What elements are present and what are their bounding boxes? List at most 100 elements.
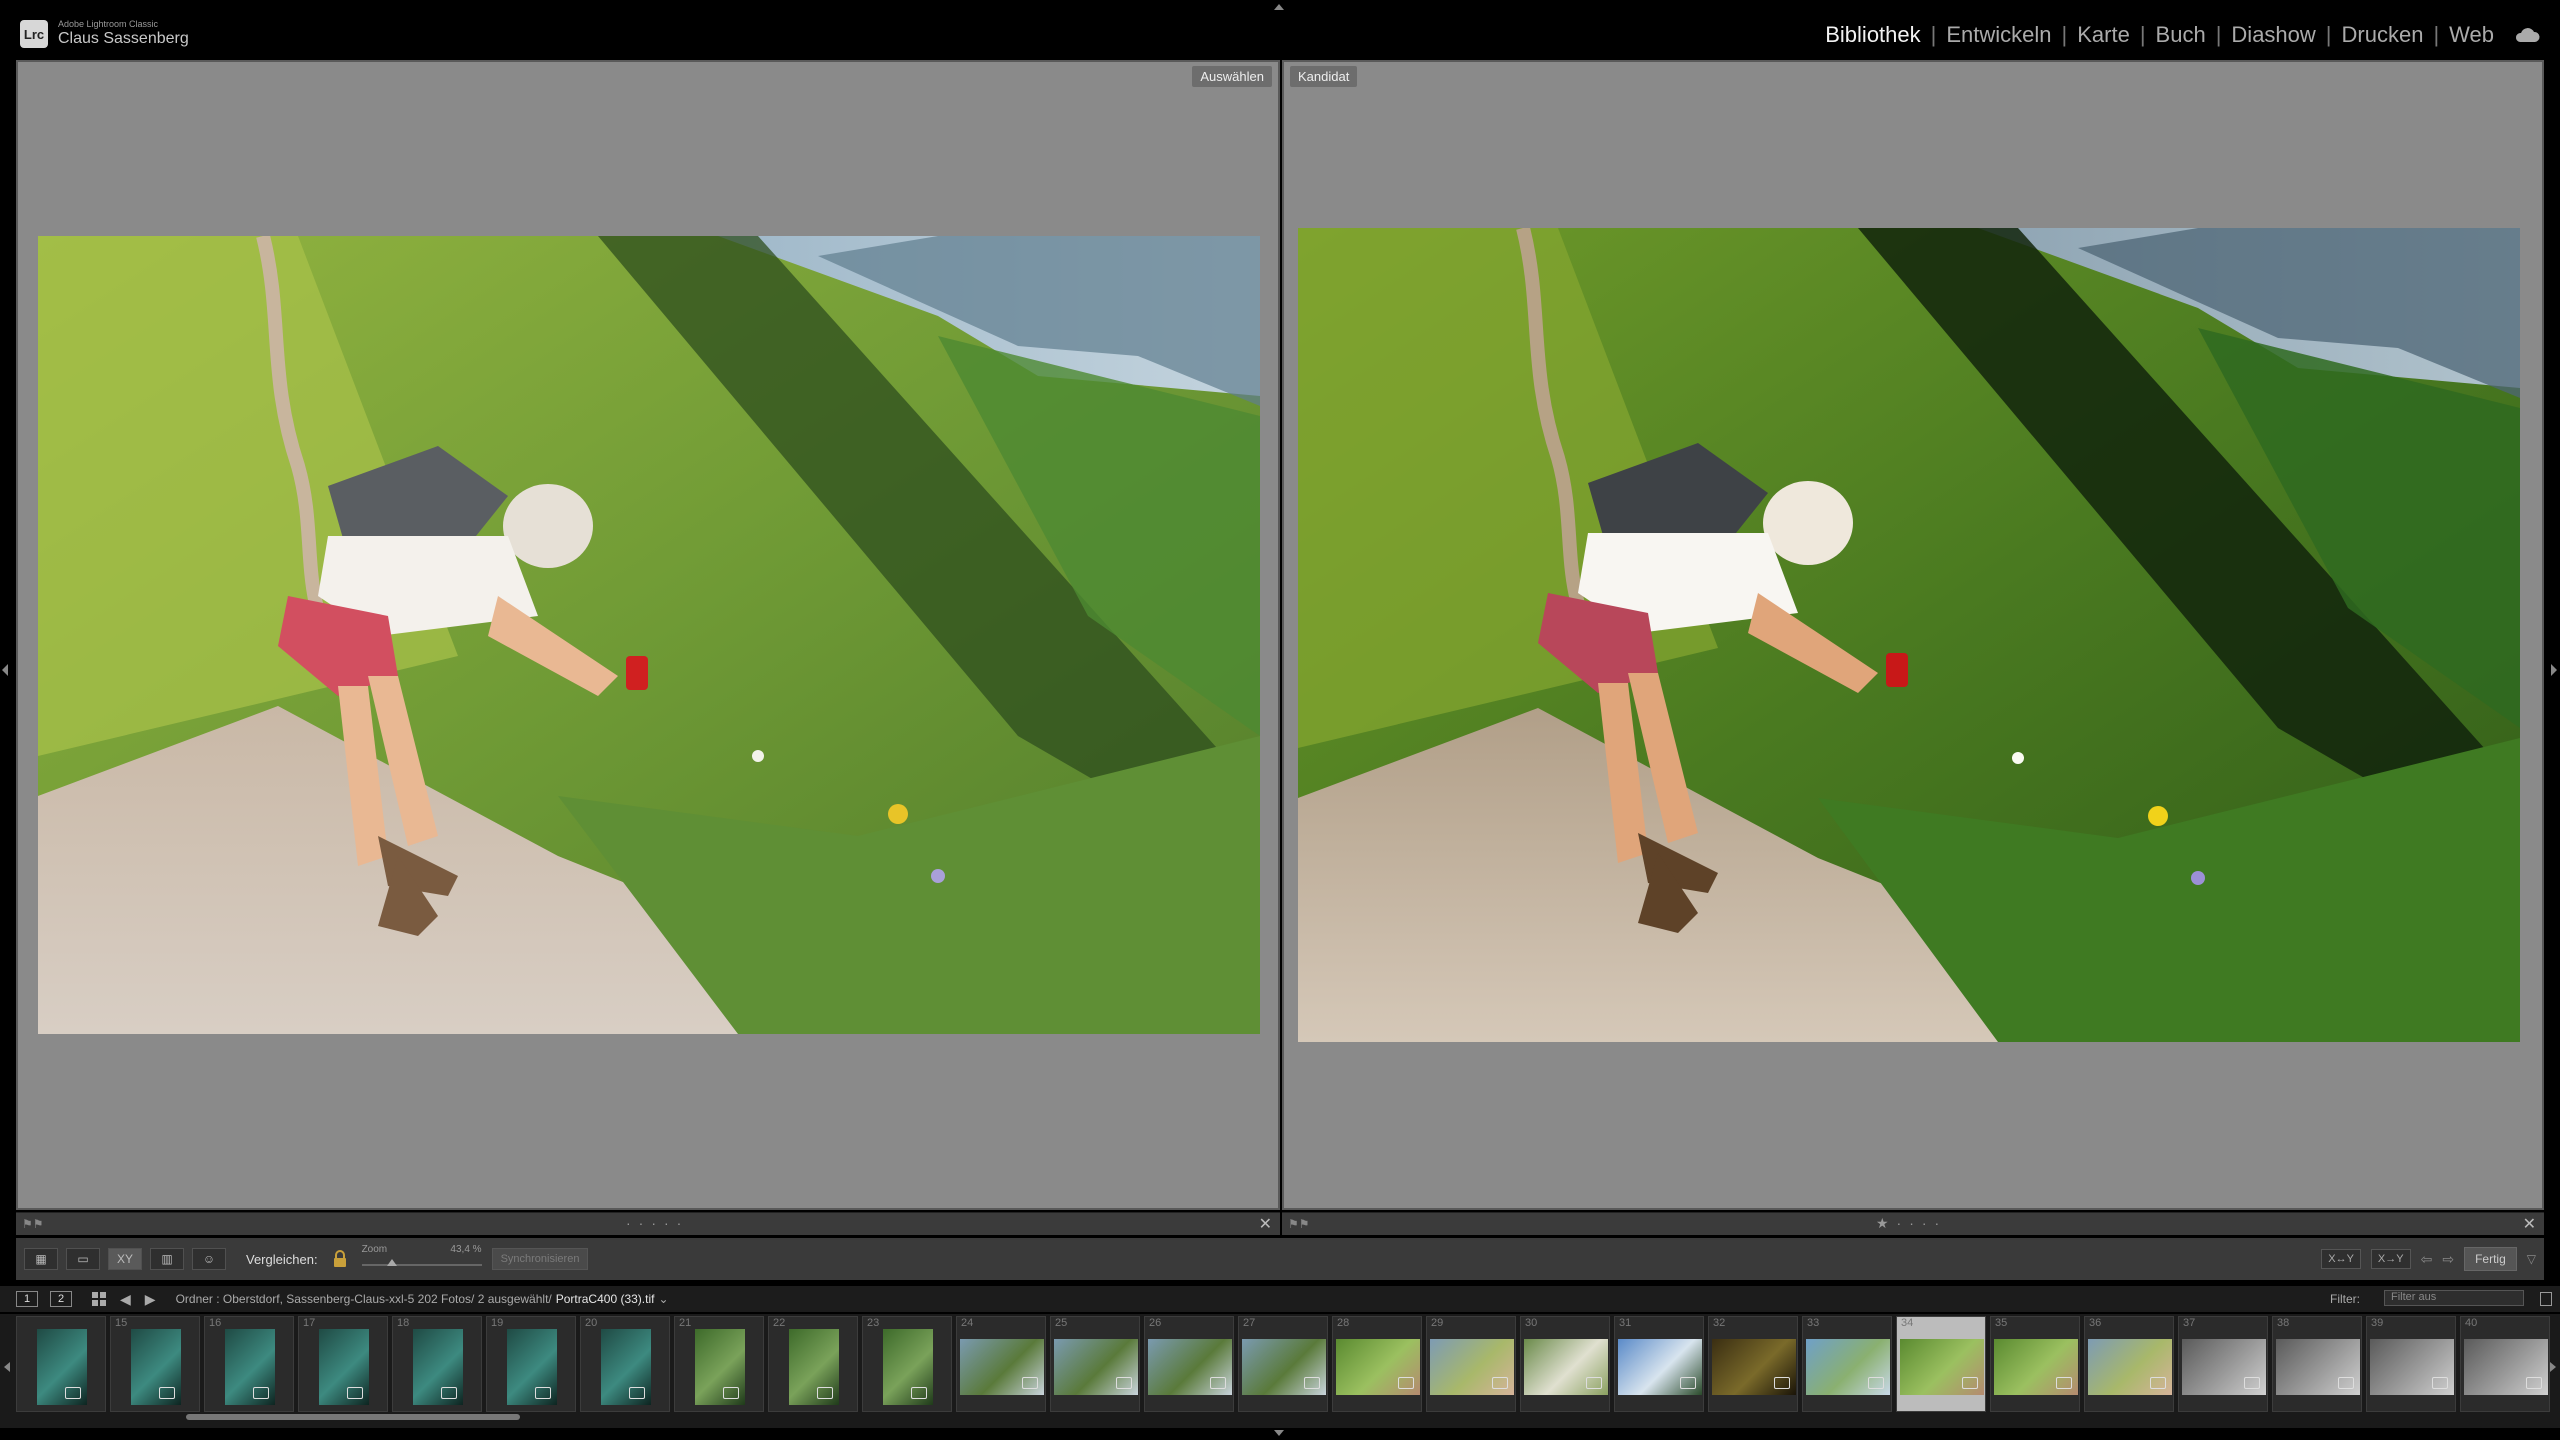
filmstrip-thumbnail[interactable] (2182, 1339, 2266, 1395)
survey-view-button[interactable]: ▥ (150, 1248, 184, 1270)
rating-stars[interactable]: ····· (626, 1215, 689, 1231)
toolbar-menu-icon[interactable]: ▽ (2527, 1252, 2536, 1266)
close-icon[interactable]: ✕ (1259, 1214, 1272, 1234)
filter-select[interactable]: Filter aus (2384, 1290, 2524, 1306)
module-web[interactable]: Web (2439, 22, 2504, 48)
filmstrip-cell[interactable]: 17 (298, 1316, 388, 1412)
filmstrip-scroll-right-icon[interactable] (2550, 1362, 2556, 1372)
module-karte[interactable]: Karte (2067, 22, 2140, 48)
filmstrip-cell[interactable]: 28 (1332, 1316, 1422, 1412)
next-arrow-icon[interactable]: ⇨ (2442, 1251, 2454, 1268)
filmstrip-scroll-left-icon[interactable] (4, 1362, 10, 1372)
module-drucken[interactable]: Drucken (2332, 22, 2434, 48)
filter-lock-icon[interactable] (2540, 1292, 2552, 1306)
filmstrip-thumbnail[interactable] (1900, 1339, 1984, 1395)
secondary-window-button[interactable]: 2 (50, 1291, 72, 1307)
filmstrip-cell[interactable]: 22 (768, 1316, 858, 1412)
module-buch[interactable]: Buch (2146, 22, 2216, 48)
filmstrip-thumbnail[interactable] (2276, 1339, 2360, 1395)
filmstrip-thumbnail[interactable] (1524, 1339, 1608, 1395)
flag-icon[interactable]: ⚑⚑ (1288, 1217, 1310, 1231)
forward-arrow-icon[interactable]: ▶ (145, 1291, 156, 1308)
filmstrip-thumbnail[interactable] (695, 1329, 745, 1405)
filmstrip-cell[interactable]: 30 (1520, 1316, 1610, 1412)
left-panel-toggle-icon[interactable] (2, 664, 8, 676)
top-panel-toggle-icon[interactable] (1274, 4, 1284, 10)
select-photo[interactable] (38, 236, 1260, 1034)
filmstrip-thumbnail[interactable] (1148, 1339, 1232, 1395)
module-bibliothek[interactable]: Bibliothek (1815, 22, 1930, 48)
filmstrip-thumbnail[interactable] (507, 1329, 557, 1405)
module-entwickeln[interactable]: Entwickeln (1936, 22, 2061, 48)
filmstrip-cell[interactable]: 21 (674, 1316, 764, 1412)
close-icon[interactable]: ✕ (2523, 1214, 2536, 1234)
compare-view-button[interactable]: XY (108, 1248, 142, 1270)
filmstrip-thumbnail[interactable] (2464, 1339, 2548, 1395)
grid-view-button[interactable]: ▦ (24, 1248, 58, 1270)
file-dropdown-icon[interactable]: ⌄ (658, 1292, 668, 1306)
candidate-pane[interactable]: Kandidat (1282, 60, 2544, 1210)
filmstrip-cell[interactable]: 37 (2178, 1316, 2268, 1412)
filmstrip-cell[interactable]: 20 (580, 1316, 670, 1412)
filmstrip-cell[interactable]: 31 (1614, 1316, 1704, 1412)
filmstrip-cell[interactable]: 38 (2272, 1316, 2362, 1412)
cloud-sync-icon[interactable] (2514, 26, 2540, 44)
lock-icon[interactable] (332, 1250, 348, 1268)
swap-button[interactable]: X↔Y (2321, 1249, 2361, 1269)
filmstrip-thumbnail[interactable] (789, 1329, 839, 1405)
current-file[interactable]: PortraC400 (33).tif (556, 1292, 655, 1306)
filmstrip-thumbnail[interactable] (1054, 1339, 1138, 1395)
filmstrip-cell[interactable]: 16 (204, 1316, 294, 1412)
flag-icon[interactable]: ⚑⚑ (22, 1217, 44, 1231)
module-diashow[interactable]: Diashow (2221, 22, 2325, 48)
back-arrow-icon[interactable]: ◀ (120, 1291, 131, 1308)
filmstrip-thumbnail[interactable] (2088, 1339, 2172, 1395)
filmstrip-cell[interactable]: 27 (1238, 1316, 1328, 1412)
filmstrip-thumbnail[interactable] (131, 1329, 181, 1405)
filmstrip-cell[interactable]: 26 (1144, 1316, 1234, 1412)
filmstrip-thumbnail[interactable] (1712, 1339, 1796, 1395)
filmstrip-cell[interactable]: 34 (1896, 1316, 1986, 1412)
rating-stars[interactable]: ★···· (1876, 1215, 1947, 1232)
filmstrip-cell[interactable]: 39 (2366, 1316, 2456, 1412)
done-button[interactable]: Fertig (2464, 1247, 2517, 1271)
filmstrip-thumbnail[interactable] (319, 1329, 369, 1405)
filmstrip-cell[interactable]: 19 (486, 1316, 576, 1412)
filmstrip-cell[interactable]: 32 (1708, 1316, 1798, 1412)
previous-arrow-icon[interactable]: ⇦ (2421, 1251, 2433, 1268)
filmstrip-thumbnail[interactable] (225, 1329, 275, 1405)
filmstrip-cell[interactable]: 15 (110, 1316, 200, 1412)
filmstrip-cell[interactable]: 24 (956, 1316, 1046, 1412)
bottom-panel-toggle-icon[interactable] (1274, 1430, 1284, 1436)
filmstrip-cell[interactable]: 23 (862, 1316, 952, 1412)
select-pane[interactable]: Auswählen (16, 60, 1280, 1210)
filmstrip-cell[interactable]: 25 (1050, 1316, 1140, 1412)
filmstrip-cell[interactable]: 33 (1802, 1316, 1892, 1412)
filmstrip-thumbnail[interactable] (1242, 1339, 1326, 1395)
filmstrip-thumbnail[interactable] (37, 1329, 87, 1405)
filmstrip-thumbnail[interactable] (883, 1329, 933, 1405)
filmstrip-thumbnail[interactable] (413, 1329, 463, 1405)
filmstrip-thumbnail[interactable] (1336, 1339, 1420, 1395)
people-view-button[interactable]: ☺ (192, 1248, 226, 1270)
filmstrip-thumbnail[interactable] (1994, 1339, 2078, 1395)
filmstrip-cell[interactable] (16, 1316, 106, 1412)
main-window-button[interactable]: 1 (16, 1291, 38, 1307)
right-panel-toggle-icon[interactable] (2551, 664, 2557, 676)
filmstrip-thumbnail[interactable] (601, 1329, 651, 1405)
zoom-slider[interactable]: Zoom 43,4 % (361, 1244, 482, 1274)
filmstrip-thumbnail[interactable] (2370, 1339, 2454, 1395)
loupe-view-button[interactable]: ▭ (66, 1248, 100, 1270)
source-path[interactable]: Ordner : Oberstdorf, Sassenberg-Claus-xx… (176, 1292, 552, 1306)
filmstrip-cell[interactable]: 35 (1990, 1316, 2080, 1412)
sync-button[interactable]: Synchronisieren (491, 1248, 589, 1270)
filmstrip-thumbnail[interactable] (1806, 1339, 1890, 1395)
filmstrip-thumbnail[interactable] (1618, 1339, 1702, 1395)
filmstrip-cell[interactable]: 29 (1426, 1316, 1516, 1412)
zoom-slider-knob[interactable] (386, 1259, 397, 1266)
filmstrip-thumbnail[interactable] (1430, 1339, 1514, 1395)
filmstrip-scrollbar[interactable] (186, 1414, 520, 1420)
filmstrip-thumbnail[interactable] (960, 1339, 1044, 1395)
make-select-button[interactable]: X→Y (2370, 1249, 2411, 1269)
candidate-photo[interactable] (1298, 228, 2520, 1042)
